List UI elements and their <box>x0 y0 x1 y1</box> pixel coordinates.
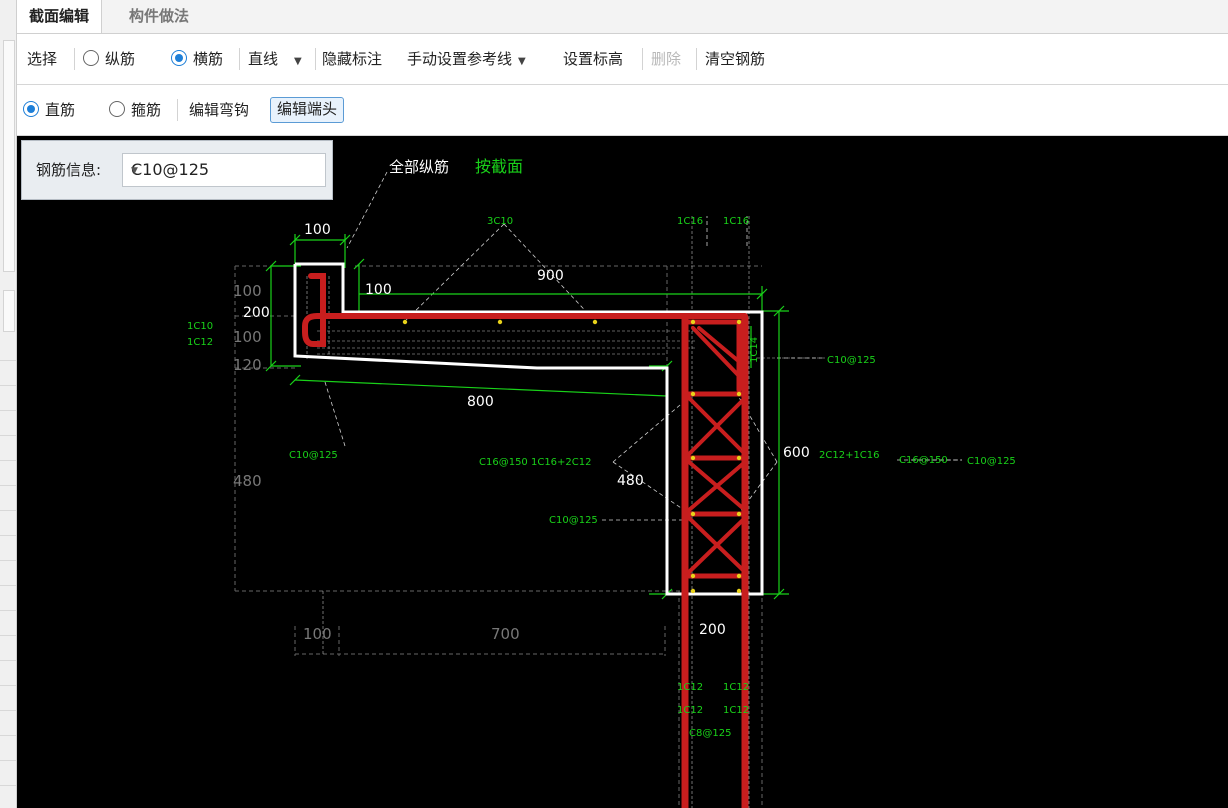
set-elevation-button[interactable]: 设置标高 <box>563 47 623 71</box>
rebar-label: C8@125 <box>689 728 731 739</box>
rebar-label: 1C16 <box>723 216 749 227</box>
left-panel-block <box>3 290 15 332</box>
all-longitudinal-label: 全部纵筋 <box>389 158 449 176</box>
rebar-label: 1C12 <box>677 682 703 693</box>
rebar-label: C16@150 <box>899 455 948 466</box>
dim-text: 800 <box>467 394 494 410</box>
left-panel-strip <box>0 0 17 808</box>
rebar-label: C10@125 <box>967 456 1016 467</box>
line-type-value: 直线 <box>248 50 279 68</box>
left-panel-block <box>3 40 15 272</box>
edit-end-button[interactable]: 编辑端头 <box>270 97 345 123</box>
rebar-info-select[interactable]: C10@125 ▼ <box>122 153 326 187</box>
dim-text: 900 <box>537 268 564 284</box>
chevron-down-icon: ▼ <box>518 56 526 67</box>
dim-text: 200 <box>699 622 726 638</box>
dim-text: 480 <box>617 473 644 489</box>
rebar-label: 2C12+1C16 <box>819 450 880 461</box>
radio-stirrup-label: 箍筋 <box>131 101 162 119</box>
section-drawing: 100 100 120 480 100 700 100 100 900 200 … <box>187 157 1016 808</box>
rebar-label: C10@125 <box>549 515 598 526</box>
rebar-label: C10@125 <box>827 355 876 366</box>
ghost-dim-text: 100 <box>303 625 332 643</box>
radio-stirrup[interactable]: 箍筋 <box>109 98 161 122</box>
chevron-down-icon: ▼ <box>294 56 302 67</box>
dim-text: 100 <box>365 282 392 298</box>
manual-ref-line-label: 手动设置参考线 <box>407 50 513 68</box>
dim-text: 100 <box>304 222 331 238</box>
radio-selected-icon <box>171 50 187 66</box>
radio-transverse-label: 横筋 <box>193 50 224 68</box>
line-type-dropdown[interactable]: 直线 ▼ <box>248 47 302 71</box>
select-button[interactable]: 选择 <box>27 47 57 71</box>
rebar-label: 3C10 <box>487 216 513 227</box>
ghost-dim-text: 120 <box>233 356 262 374</box>
by-section-link[interactable]: 按截面 <box>475 157 523 176</box>
edit-hook-button[interactable]: 编辑弯钩 <box>189 98 249 122</box>
radio-icon <box>83 50 99 66</box>
radio-longitudinal[interactable]: 纵筋 <box>83 47 135 71</box>
toolbar-secondary: 直筋 箍筋 编辑弯钩 编辑端头 <box>17 85 1228 136</box>
ghost-dim-text: 480 <box>233 472 262 490</box>
chevron-down-icon: ▼ <box>131 166 138 176</box>
main-area: 截面编辑 构件做法 选择 纵筋 横筋 直线 ▼ 隐藏标注 手动设置参考线 ▼ 设置标… <box>17 0 1228 808</box>
toolbar-primary: 选择 纵筋 横筋 直线 ▼ 隐藏标注 手动设置参考线 ▼ 设置标高 删除 清空钢筋 <box>17 34 1228 85</box>
manual-ref-line-dropdown[interactable]: 手动设置参考线 ▼ <box>407 47 526 71</box>
rebar-label: 1C12 <box>723 705 749 716</box>
rebar-label-vertical: 1C14 <box>749 337 760 363</box>
rebar-label: C16@150 1C16+2C12 <box>479 457 592 468</box>
hide-annotation-button[interactable]: 隐藏标注 <box>322 47 382 71</box>
radio-icon <box>109 101 125 117</box>
clear-rebar-button[interactable]: 清空钢筋 <box>705 47 765 71</box>
radio-selected-icon <box>23 101 39 117</box>
tab-component-method[interactable]: 构件做法 <box>117 0 201 33</box>
rebar-label: 1C16 <box>677 216 703 227</box>
ghost-dim-text: 700 <box>491 625 520 643</box>
dim-text: 600 <box>783 445 810 461</box>
tab-section-edit[interactable]: 截面编辑 <box>17 0 103 33</box>
rebar-label: 1C12 <box>723 682 749 693</box>
rebar-label: 1C12 <box>677 705 703 716</box>
tab-bar: 截面编辑 构件做法 <box>17 0 1228 34</box>
radio-straight-bar[interactable]: 直筋 <box>23 98 75 122</box>
rebar-label: C10@125 <box>289 450 338 461</box>
ghost-dim-text: 100 <box>233 328 262 346</box>
rebar-label: 1C10 <box>187 321 213 332</box>
ghost-dim-text: 100 <box>233 282 262 300</box>
radio-transverse[interactable]: 横筋 <box>171 47 223 71</box>
drawing-canvas[interactable]: 100 100 120 480 100 700 100 100 900 200 … <box>17 136 1228 808</box>
rebar-info-panel: 钢筋信息: C10@125 ▼ <box>21 140 333 200</box>
delete-button[interactable]: 删除 <box>651 47 681 71</box>
rebar-label: 1C12 <box>187 337 213 348</box>
dim-text: 200 <box>243 305 270 321</box>
radio-longitudinal-label: 纵筋 <box>105 50 136 68</box>
rebar-info-label: 钢筋信息: <box>36 161 102 179</box>
radio-straight-label: 直筋 <box>45 101 76 119</box>
